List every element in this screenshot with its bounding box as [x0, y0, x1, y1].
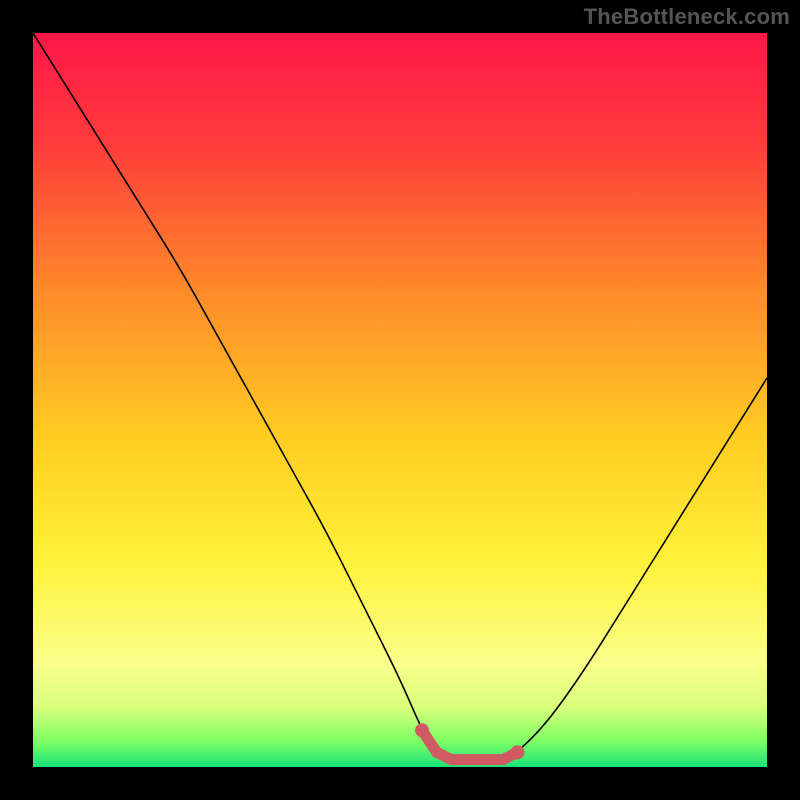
- watermark-text: TheBottleneck.com: [584, 4, 790, 30]
- highlight-endpoint: [415, 723, 429, 737]
- chart-frame: TheBottleneck.com: [0, 0, 800, 800]
- chart-svg: [33, 33, 767, 767]
- plot-area: [33, 33, 767, 767]
- highlight-endpoint: [510, 745, 524, 759]
